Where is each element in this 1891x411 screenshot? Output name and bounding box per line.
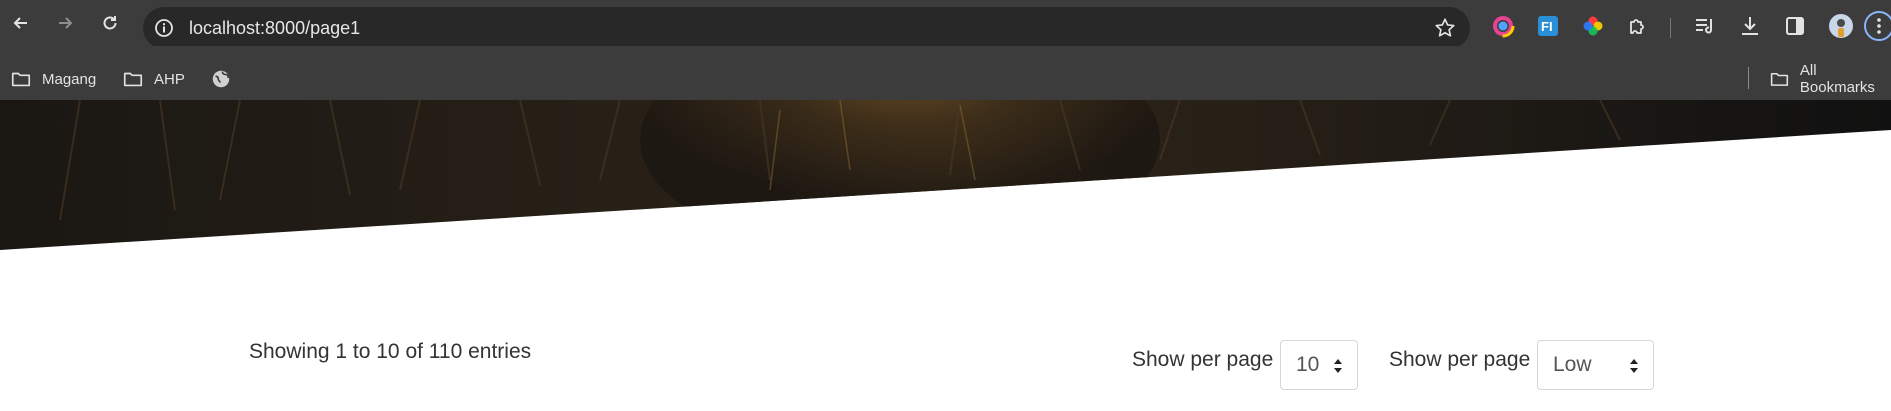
url-text[interactable]: localhost:8000/page1: [189, 7, 360, 49]
folder-icon: [123, 72, 143, 87]
sort-label: Show per page: [1389, 348, 1531, 371]
browser-toolbar: localhost:8000/page1 FI: [0, 0, 1891, 49]
kebab-menu-icon: [1877, 18, 1881, 34]
folder-icon: [11, 72, 31, 87]
bookmarks-bar: Magang AHP All Bookmarks: [0, 57, 1891, 101]
back-button[interactable]: [6, 8, 36, 38]
address-bar[interactable]: localhost:8000/page1: [143, 7, 1470, 49]
puzzle-icon[interactable]: [1625, 13, 1651, 39]
reload-button[interactable]: [95, 8, 125, 38]
fi-extension-icon[interactable]: FI: [1535, 13, 1561, 39]
select-arrows-icon: [1630, 359, 1638, 373]
folder-icon: [1770, 72, 1789, 86]
back-arrow-icon: [13, 17, 27, 29]
svg-text:FI: FI: [1541, 19, 1553, 34]
site-info-icon[interactable]: [152, 16, 176, 40]
toolbar-divider: [1670, 18, 1671, 38]
bookmark-magang[interactable]: Magang: [10, 57, 96, 101]
sort-value: Low: [1553, 353, 1592, 376]
hero-image: [0, 100, 1891, 250]
bookmark-globe[interactable]: [210, 57, 242, 101]
bookmark-label: Magang: [42, 70, 97, 88]
sort-select[interactable]: Low: [1537, 340, 1654, 390]
forward-arrow-icon: [59, 17, 73, 29]
forward-button[interactable]: [50, 8, 80, 38]
per-page-label: Show per page: [1132, 348, 1274, 371]
bookmark-ahp[interactable]: AHP: [122, 57, 185, 101]
per-page-value: 10: [1296, 353, 1320, 376]
color-wheel-icon[interactable]: [1580, 13, 1606, 39]
bookmark-label: AHP: [154, 70, 185, 88]
color-picker-icon[interactable]: [1490, 13, 1516, 39]
toolbar-filler: [0, 46, 1891, 57]
bookmarks-divider: [1748, 67, 1749, 89]
entries-info: Showing 1 to 10 of 110 entries: [249, 340, 532, 363]
side-panel-icon[interactable]: [1782, 13, 1808, 39]
reload-icon: [103, 16, 117, 30]
reading-list-icon[interactable]: [1692, 13, 1718, 39]
hero-banner: [0, 100, 1891, 252]
bookmark-star-icon[interactable]: [1434, 17, 1456, 39]
per-page-select[interactable]: 10: [1280, 340, 1358, 390]
globe-icon: [212, 70, 230, 88]
all-bookmarks[interactable]: All Bookmarks: [1769, 57, 1891, 101]
all-bookmarks-label: All Bookmarks: [1799, 62, 1875, 96]
download-icon[interactable]: [1737, 13, 1763, 39]
avatar[interactable]: [1828, 13, 1854, 39]
select-arrows-icon: [1334, 359, 1342, 373]
menu-button[interactable]: [1864, 11, 1891, 41]
